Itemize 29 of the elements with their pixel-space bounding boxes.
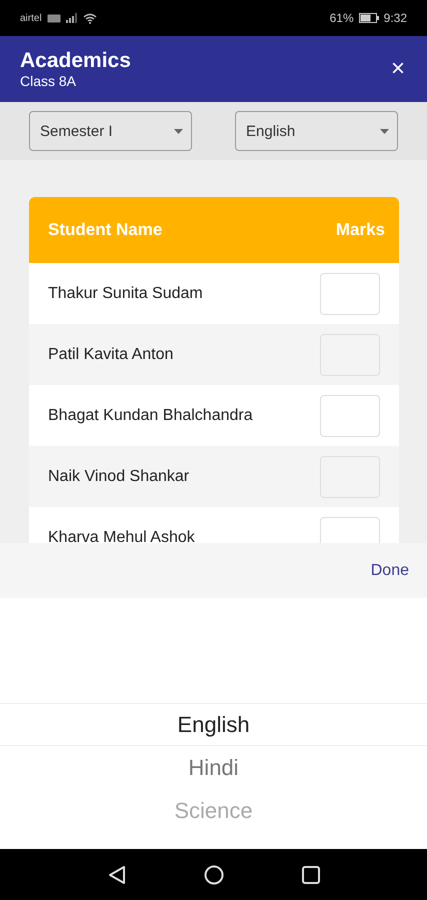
dropdown-field[interactable]: Semester I <box>29 111 192 151</box>
student-name: Kharva Mehul Ashok <box>48 528 195 543</box>
done-button[interactable]: Done <box>370 562 409 580</box>
picker-option[interactable]: English <box>0 703 427 746</box>
clock-time: 9:32 <box>384 11 407 25</box>
marks-input[interactable] <box>320 272 380 314</box>
battery-icon <box>358 13 379 23</box>
recents-icon[interactable] <box>302 866 320 884</box>
student-name: Thakur Sunita Sudam <box>48 284 203 302</box>
marks-input[interactable] <box>320 394 380 436</box>
class-subtitle: Class 8A <box>20 72 78 90</box>
network-badge-icon <box>46 14 61 22</box>
student-name: Naik Vinod Shankar <box>48 468 190 486</box>
picker-option[interactable]: Hindi <box>0 746 427 789</box>
signal-icon <box>66 13 78 23</box>
student-name: Bhagat Kundan Bhalchandra <box>48 406 253 424</box>
close-button[interactable]: × <box>386 55 409 83</box>
battery-percent: 61% <box>330 11 354 25</box>
home-icon[interactable] <box>204 864 224 884</box>
dropdown-field[interactable]: English <box>235 111 398 151</box>
screen-title: Academics <box>20 48 131 72</box>
student-name: Patil Kavita Anton <box>48 346 174 364</box>
caret-icon <box>174 128 183 134</box>
column-header: Student Name <box>48 220 162 240</box>
wifi-icon <box>82 12 97 24</box>
back-icon[interactable] <box>108 864 126 884</box>
caret-icon <box>380 128 389 134</box>
column-header: Marks <box>336 220 385 240</box>
carrier-name: airtel <box>20 12 42 24</box>
